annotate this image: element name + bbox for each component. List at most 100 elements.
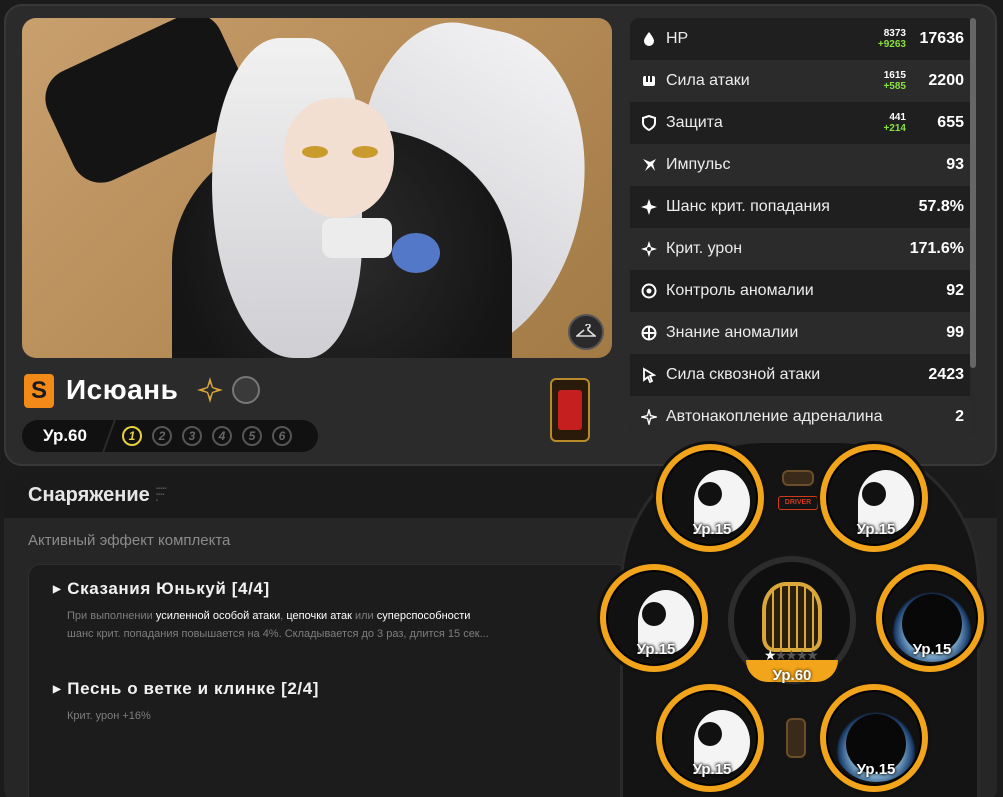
stat-row: Крит. урон 171.6% bbox=[630, 228, 974, 270]
star-icon: ★ bbox=[774, 647, 787, 663]
faction-icon bbox=[232, 376, 260, 404]
w-engine-card[interactable] bbox=[550, 378, 590, 442]
portrait-collar bbox=[322, 218, 392, 258]
hanger-icon bbox=[576, 324, 596, 337]
yinyang-disc-art: Ур.15 bbox=[606, 570, 702, 666]
stat-bonus: +9263 bbox=[877, 39, 906, 50]
stat-bonus: +585 bbox=[883, 81, 906, 92]
set-desc-text: При выполнении bbox=[67, 610, 156, 622]
stat-label: Сила сквозной атаки bbox=[666, 366, 821, 383]
stat-label: Сила атаки bbox=[666, 72, 750, 89]
stat-row: Сила атаки 1615 +585 2200 bbox=[630, 60, 974, 102]
set-1-description: При выполнении усиленной особой атаки, ц… bbox=[67, 607, 489, 643]
cat-disc-art: Ур.15 bbox=[882, 570, 978, 666]
impact-icon bbox=[640, 156, 658, 174]
set-effect-caption: Активный эффект комплекта bbox=[28, 532, 231, 549]
stat-total: 92 bbox=[946, 282, 964, 299]
stat-label: Автонакопление адреналина bbox=[666, 408, 883, 425]
level-bar: Ур.60 123456 bbox=[22, 420, 318, 452]
stat-breakdown: 8373 +9263 bbox=[878, 28, 906, 50]
set-effect-box: ▶ Сказания Юнькуй [4/4] При выполнении ус… bbox=[28, 564, 628, 797]
set-2-desc-line: Крит. урон +16% bbox=[67, 710, 151, 722]
anomaly-mastery-icon bbox=[640, 282, 658, 300]
stats-scrollbar-thumb[interactable] bbox=[970, 18, 976, 368]
mindscape-1[interactable]: 1 bbox=[122, 426, 142, 446]
stats-panel: HP 8373 +9263 17636 Сила атаки 1615 +585 2200 За… bbox=[630, 18, 974, 434]
anomaly-proficiency-icon bbox=[640, 324, 658, 342]
stat-row: HP 8373 +9263 17636 bbox=[630, 18, 974, 60]
yinyang-dot bbox=[862, 482, 886, 506]
yinyang-dot bbox=[698, 722, 722, 746]
adrenaline-icon bbox=[640, 408, 658, 426]
character-level: Ур.60 bbox=[43, 426, 87, 445]
set-desc-highlight: цепочки атак bbox=[286, 610, 352, 622]
hp-icon bbox=[640, 30, 658, 48]
stat-label: Контроль аномалии bbox=[666, 282, 814, 299]
stat-label: Импульс bbox=[666, 156, 731, 173]
stat-row: Сила сквозной атаки 2423 bbox=[630, 354, 974, 396]
set-2-name-text: Песнь о ветке и клинке [2/4] bbox=[67, 679, 320, 698]
drive-disc-level: Ур.15 bbox=[692, 761, 732, 778]
stat-total: 57.8% bbox=[918, 198, 964, 215]
stat-row: Автонакопление адреналина 2 bbox=[630, 396, 974, 434]
w-engine-center[interactable]: ★★★★★ Ур.60 bbox=[728, 556, 856, 684]
expand-arrow-icon: ▶ bbox=[53, 684, 62, 695]
w-engine-level: Ур.60 bbox=[772, 667, 812, 684]
drive-disc-4[interactable]: Ур.15 bbox=[876, 564, 984, 672]
driver-tag: DRIVER bbox=[778, 496, 818, 510]
drive-disc-level: Ур.15 bbox=[856, 521, 896, 538]
stat-base: 1615 bbox=[883, 70, 906, 81]
yinyang-dot bbox=[642, 602, 666, 626]
character-card: S Исюань Ур.60 123456 HP 8373 +9263 17636 Си… bbox=[4, 4, 997, 466]
stat-label: HP bbox=[666, 30, 689, 47]
equipment-header-decor: ▪▪▪▪▪ ▪▪▪▪ ▪ bbox=[155, 486, 167, 504]
character-name: Исюань bbox=[66, 374, 179, 405]
stat-base: 8373 bbox=[883, 28, 906, 39]
drive-disc-level: Ур.15 bbox=[856, 761, 896, 778]
mindscape-4[interactable]: 4 bbox=[212, 426, 232, 446]
star-icon: ★ bbox=[806, 647, 818, 663]
stat-total: 2423 bbox=[928, 366, 964, 383]
portrait-eye bbox=[352, 146, 378, 158]
drive-disc-5[interactable]: Ур.15 bbox=[656, 684, 764, 792]
birdcage-icon bbox=[762, 582, 822, 652]
yinyang-disc-art: Ур.15 bbox=[662, 450, 758, 546]
set-desc-highlight: суперспособности bbox=[376, 610, 471, 622]
stat-total: 2 bbox=[955, 408, 964, 425]
stat-row: Защита 441 +214 655 bbox=[630, 102, 974, 144]
drive-disc-level: Ур.15 bbox=[912, 641, 952, 658]
yinyang-disc-art: Ур.15 bbox=[662, 690, 758, 786]
equipment-title: Снаряжение bbox=[28, 483, 150, 506]
disc-slot-connector bbox=[786, 718, 806, 758]
stat-label: Шанс крит. попадания bbox=[666, 198, 830, 215]
drive-disc-level: Ур.15 bbox=[692, 521, 732, 538]
mindscape-6[interactable]: 6 bbox=[272, 426, 292, 446]
stat-row: Импульс 93 bbox=[630, 144, 974, 186]
stat-total: 655 bbox=[937, 114, 964, 131]
drive-disc-3[interactable]: Ур.15 bbox=[600, 564, 708, 672]
stat-row: Знание аномалии 99 bbox=[630, 312, 974, 354]
stat-row: Шанс крит. попадания 57.8% bbox=[630, 186, 974, 228]
star-icon: ★ bbox=[785, 647, 797, 663]
character-portrait bbox=[22, 18, 612, 358]
stats-scrollbar[interactable] bbox=[970, 18, 976, 434]
drive-disc-6[interactable]: Ур.15 bbox=[820, 684, 928, 792]
stat-total: 2200 bbox=[928, 72, 964, 89]
set-2-description: Крит. урон +16% bbox=[67, 707, 151, 725]
set-1-name[interactable]: ▶ Сказания Юнькуй [4/4] bbox=[53, 579, 270, 599]
stat-label: Крит. урон bbox=[666, 240, 743, 257]
stat-total: 17636 bbox=[919, 30, 965, 47]
drive-disc-2[interactable]: Ур.15 bbox=[820, 444, 928, 552]
yinyang-dot bbox=[698, 482, 722, 506]
stat-label: Защита bbox=[666, 114, 723, 131]
stat-total: 93 bbox=[946, 156, 964, 173]
mindscape-5[interactable]: 5 bbox=[242, 426, 262, 446]
set-1-name-text: Сказания Юнькуй [4/4] bbox=[67, 579, 270, 598]
stat-total: 171.6% bbox=[909, 240, 964, 257]
portrait-flower bbox=[392, 233, 440, 273]
drive-disc-1[interactable]: Ур.15 bbox=[656, 444, 764, 552]
outfit-button[interactable] bbox=[568, 314, 604, 350]
set-2-name[interactable]: ▶ Песнь о ветке и клинке [2/4] bbox=[53, 679, 319, 699]
mindscape-2[interactable]: 2 bbox=[152, 426, 172, 446]
mindscape-3[interactable]: 3 bbox=[182, 426, 202, 446]
